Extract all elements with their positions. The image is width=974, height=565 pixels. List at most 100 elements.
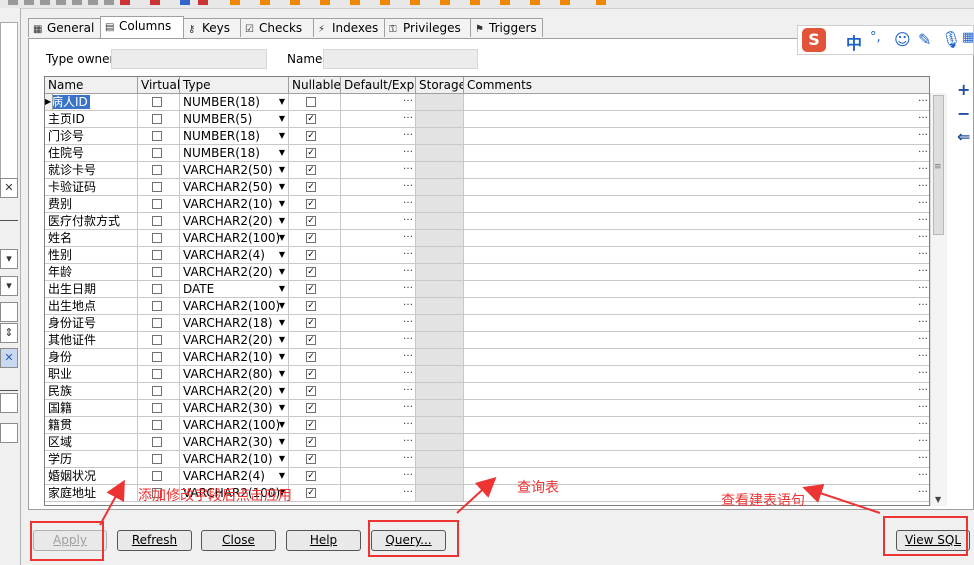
nullable-cell[interactable]: ✓	[289, 434, 341, 451]
chevron-down-icon[interactable]: ▼	[279, 145, 285, 161]
toolbar-icon-17[interactable]	[380, 0, 390, 5]
name-cell[interactable]: 身份	[45, 349, 138, 366]
ellipsis-icon[interactable]: …	[403, 145, 413, 158]
ellipsis-icon[interactable]: …	[403, 468, 413, 481]
chevron-down-icon[interactable]: ▼	[279, 434, 285, 450]
default-cell[interactable]: …	[341, 298, 416, 315]
virtual-cell[interactable]	[138, 128, 180, 145]
chevron-down-icon[interactable]: ▼	[279, 281, 285, 297]
comments-cell[interactable]: …	[464, 213, 929, 230]
table-row[interactable]: 其他证件 VARCHAR2(20) ▼ ✓……	[45, 332, 929, 349]
default-cell[interactable]: …	[341, 485, 416, 502]
nullable-checkbox[interactable]: ✓	[306, 165, 316, 175]
virtual-cell[interactable]	[138, 94, 180, 111]
type-cell[interactable]: NUMBER(18) ▼	[180, 128, 289, 145]
storage-cell[interactable]	[416, 128, 464, 145]
ellipsis-icon[interactable]: …	[403, 451, 413, 464]
chevron-down-icon[interactable]: ▼	[279, 247, 285, 263]
toolbar-icon-19[interactable]	[440, 0, 450, 5]
virtual-cell[interactable]	[138, 230, 180, 247]
nullable-cell[interactable]	[289, 94, 341, 111]
nullable-cell[interactable]: ✓	[289, 349, 341, 366]
ellipsis-icon[interactable]: …	[918, 366, 928, 379]
ellipsis-icon[interactable]: …	[918, 349, 928, 362]
chevron-down-icon[interactable]: ▼	[279, 366, 285, 382]
storage-cell[interactable]	[416, 264, 464, 281]
name-cell[interactable]: 家庭地址	[45, 485, 138, 502]
virtual-checkbox[interactable]	[152, 352, 162, 362]
table-row[interactable]: 主页ID NUMBER(5) ▼ ✓……	[45, 111, 929, 128]
virtual-checkbox[interactable]	[152, 233, 162, 243]
name-cell[interactable]: 费别	[45, 196, 138, 213]
sidebar-field[interactable]	[0, 423, 18, 443]
name-cell[interactable]: 主页ID	[45, 111, 138, 128]
type-cell[interactable]: VARCHAR2(10) ▼	[180, 196, 289, 213]
storage-cell[interactable]	[416, 94, 464, 111]
virtual-cell[interactable]	[138, 468, 180, 485]
comments-cell[interactable]: …	[464, 332, 929, 349]
storage-cell[interactable]	[416, 332, 464, 349]
comments-cell[interactable]: …	[464, 128, 929, 145]
type-cell[interactable]: VARCHAR2(10) ▼	[180, 349, 289, 366]
ellipsis-icon[interactable]: …	[918, 145, 928, 158]
scroll-down-arrow-icon[interactable]: ▼	[935, 495, 941, 504]
table-row[interactable]: 出生地点 VARCHAR2(100) ▼ ✓……	[45, 298, 929, 315]
virtual-checkbox[interactable]	[152, 403, 162, 413]
storage-cell[interactable]	[416, 213, 464, 230]
storage-cell[interactable]	[416, 451, 464, 468]
name-cell[interactable]: 出生地点	[45, 298, 138, 315]
table-row[interactable]: 区域 VARCHAR2(30) ▼ ✓……	[45, 434, 929, 451]
ellipsis-icon[interactable]: …	[918, 400, 928, 413]
table-row[interactable]: ▶ 病人ID NUMBER(18) ▼……	[45, 94, 929, 111]
storage-cell[interactable]	[416, 485, 464, 502]
ellipsis-icon[interactable]: …	[918, 451, 928, 464]
table-row[interactable]: 身份 VARCHAR2(10) ▼ ✓……	[45, 349, 929, 366]
name-cell[interactable]: 身份证号	[45, 315, 138, 332]
virtual-checkbox[interactable]	[152, 454, 162, 464]
virtual-checkbox[interactable]	[152, 199, 162, 209]
chevron-down-icon[interactable]: ▼	[279, 230, 285, 246]
virtual-checkbox[interactable]	[152, 386, 162, 396]
nullable-cell[interactable]: ✓	[289, 196, 341, 213]
virtual-cell[interactable]	[138, 400, 180, 417]
name-cell[interactable]: 学历	[45, 451, 138, 468]
name-cell[interactable]: 民族	[45, 383, 138, 400]
default-cell[interactable]: …	[341, 162, 416, 179]
nullable-checkbox[interactable]: ✓	[306, 148, 316, 158]
ime-mode[interactable]: 中	[846, 30, 862, 54]
virtual-checkbox[interactable]	[152, 267, 162, 277]
tab-privileges[interactable]: ⚿ Privileges	[384, 18, 471, 37]
type-cell[interactable]: NUMBER(18) ▼	[180, 94, 289, 111]
chevron-down-icon[interactable]: ▼	[279, 264, 285, 280]
virtual-checkbox[interactable]	[152, 97, 162, 107]
comments-cell[interactable]: …	[464, 94, 929, 111]
microphone-icon[interactable]: 🎙	[941, 30, 961, 49]
emoji-icon[interactable]: ☺	[894, 30, 911, 49]
toolbar-icon-5[interactable]	[72, 0, 82, 5]
nullable-cell[interactable]: ✓	[289, 468, 341, 485]
storage-cell[interactable]	[416, 400, 464, 417]
chevron-down-icon[interactable]: ▼	[279, 162, 285, 178]
toolbar-icon-9[interactable]	[150, 0, 160, 5]
ellipsis-icon[interactable]: …	[403, 298, 413, 311]
storage-cell[interactable]	[416, 468, 464, 485]
toolbar-icon-4[interactable]	[56, 0, 66, 5]
ellipsis-icon[interactable]: …	[918, 264, 928, 277]
nullable-checkbox[interactable]: ✓	[306, 233, 316, 243]
type-cell[interactable]: VARCHAR2(20) ▼	[180, 213, 289, 230]
default-cell[interactable]: …	[341, 400, 416, 417]
nullable-checkbox[interactable]: ✓	[306, 216, 316, 226]
virtual-checkbox[interactable]	[152, 420, 162, 430]
storage-cell[interactable]	[416, 111, 464, 128]
chevron-down-icon[interactable]: ▾	[0, 249, 18, 269]
name-cell[interactable]: 婚姻状况	[45, 468, 138, 485]
ellipsis-icon[interactable]: …	[918, 281, 928, 294]
chevron-down-icon[interactable]: ▼	[279, 128, 285, 144]
ellipsis-icon[interactable]: …	[403, 366, 413, 379]
comments-cell[interactable]: …	[464, 349, 929, 366]
nullable-checkbox[interactable]: ✓	[306, 352, 316, 362]
virtual-checkbox[interactable]	[152, 131, 162, 141]
nullable-checkbox[interactable]: ✓	[306, 403, 316, 413]
type-cell[interactable]: VARCHAR2(30) ▼	[180, 400, 289, 417]
chevron-down-icon[interactable]: ▼	[279, 468, 285, 484]
